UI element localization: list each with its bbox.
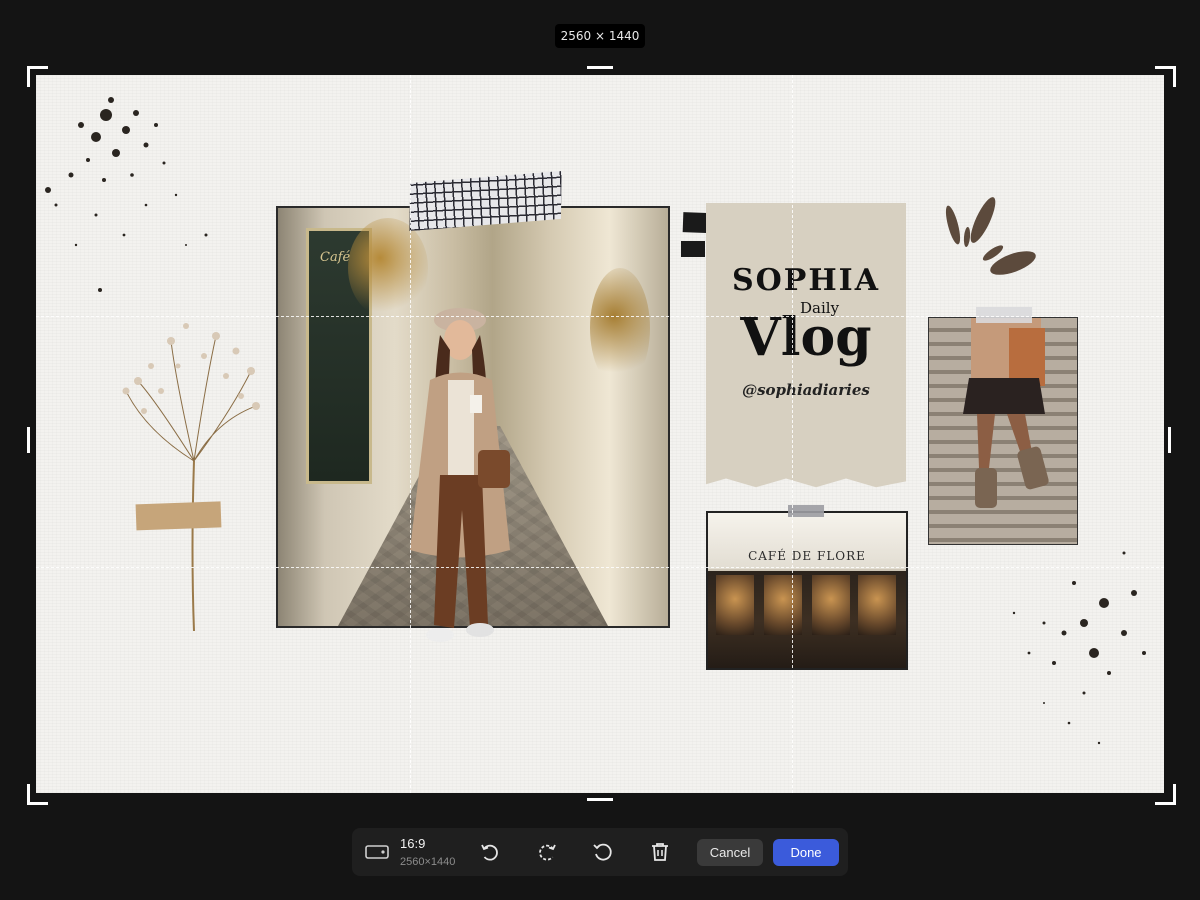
crop-guide-vertical <box>792 75 793 793</box>
crop-handle-top-left[interactable] <box>27 66 48 87</box>
foliage <box>590 268 650 388</box>
crop-canvas[interactable]: Café SOPHIA Daily Vlog @sophiadiaries CA… <box>36 75 1164 793</box>
crop-guide-vertical <box>410 75 411 793</box>
dried-flower-illustration <box>122 323 260 632</box>
stairs-figure <box>963 318 1049 508</box>
done-button[interactable]: Done <box>773 839 839 866</box>
rotate-right-button[interactable] <box>535 840 559 864</box>
aspect-ratio-label[interactable]: 16:9 <box>400 836 425 851</box>
cafe-window <box>858 575 896 635</box>
crop-handle-bottom-left[interactable] <box>27 784 48 805</box>
tape-piece <box>976 307 1032 323</box>
cafe-window <box>812 575 850 635</box>
title-handle: @sophiadiaries <box>742 381 870 399</box>
delete-button[interactable] <box>648 840 672 864</box>
crop-handle-bottom[interactable] <box>587 798 613 801</box>
black-tape-strip <box>681 241 705 257</box>
stairs-photo[interactable] <box>928 317 1078 545</box>
crop-handle-top[interactable] <box>587 66 613 69</box>
cafe-window <box>716 575 754 635</box>
rotate-left-button[interactable] <box>478 840 502 864</box>
dimensions-text: 2560 × 1440 <box>560 29 640 43</box>
reset-button[interactable] <box>591 840 615 864</box>
woman-cutout[interactable] <box>400 280 520 670</box>
shop-sign: Café <box>320 250 351 265</box>
crop-handle-left[interactable] <box>27 427 30 453</box>
crop-toolbar: 16:9 2560×1440 Cancel Done <box>352 828 848 876</box>
aspect-ratio-size: 2560×1440 <box>400 856 456 868</box>
ink-splatter-bottom-right <box>1012 551 1146 745</box>
crop-handle-top-right[interactable] <box>1155 66 1176 87</box>
crop-guide-horizontal <box>36 567 1164 568</box>
crop-guide-horizontal <box>36 316 1164 317</box>
aspect-ratio-icon <box>365 845 389 859</box>
rotate-right-icon <box>539 844 556 861</box>
title-card[interactable]: SOPHIA Daily Vlog @sophiadiaries <box>706 203 906 488</box>
ink-splatter-top-left <box>45 97 208 292</box>
reset-icon <box>593 843 612 861</box>
dimensions-badge: 2560 × 1440 <box>555 24 645 48</box>
leaf-illustration <box>945 197 1036 275</box>
aspect-ratio-button[interactable] <box>362 840 392 864</box>
tape-piece <box>788 505 824 517</box>
crop-handle-right[interactable] <box>1168 427 1171 453</box>
rotate-left-icon <box>481 844 498 861</box>
crop-handle-bottom-right[interactable] <box>1155 784 1176 805</box>
title-name: SOPHIA <box>731 263 880 298</box>
trash-icon <box>652 843 668 861</box>
cafe-window <box>764 575 802 635</box>
cafe-photo[interactable]: CAFÉ DE FLORE <box>706 511 908 670</box>
cancel-button[interactable]: Cancel <box>697 839 763 866</box>
cafe-sign: CAFÉ DE FLORE <box>748 549 866 563</box>
